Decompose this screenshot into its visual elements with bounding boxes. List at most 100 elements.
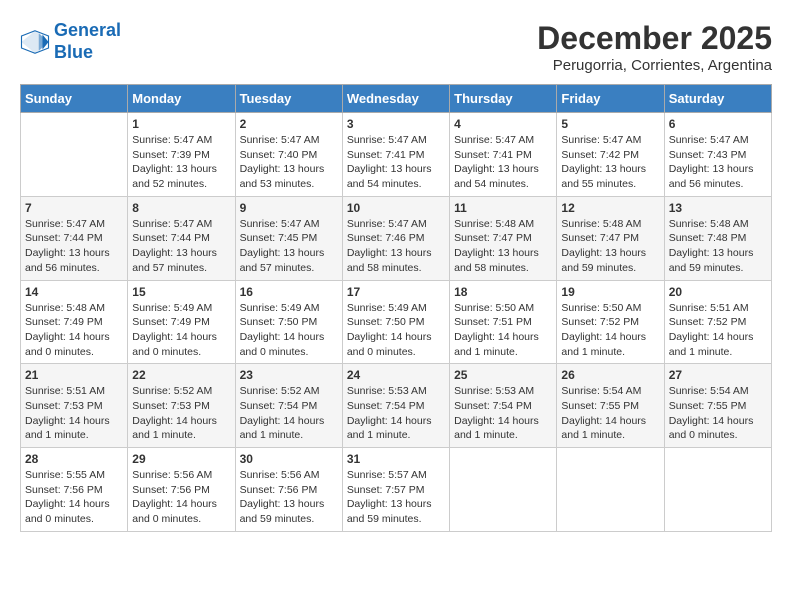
- day-info: Sunrise: 5:57 AM Sunset: 7:57 PM Dayligh…: [347, 468, 445, 527]
- weekday-header-friday: Friday: [557, 85, 664, 113]
- calendar-cell: 13Sunrise: 5:48 AM Sunset: 7:48 PM Dayli…: [664, 196, 771, 280]
- logo: General Blue: [20, 20, 121, 63]
- calendar-table: SundayMondayTuesdayWednesdayThursdayFrid…: [20, 84, 772, 532]
- day-info: Sunrise: 5:47 AM Sunset: 7:40 PM Dayligh…: [240, 133, 338, 192]
- day-number: 29: [132, 452, 230, 466]
- day-number: 21: [25, 368, 123, 382]
- day-info: Sunrise: 5:48 AM Sunset: 7:47 PM Dayligh…: [454, 217, 552, 276]
- day-info: Sunrise: 5:51 AM Sunset: 7:53 PM Dayligh…: [25, 384, 123, 443]
- day-info: Sunrise: 5:48 AM Sunset: 7:47 PM Dayligh…: [561, 217, 659, 276]
- calendar-cell: 19 Sunrise: 5:50 AM Sunset: 7:52 PM Dayli…: [557, 280, 664, 364]
- calendar-cell: 17 Sunrise: 5:49 AM Sunset: 7:50 PM Dayli…: [342, 280, 449, 364]
- calendar-cell: 29 Sunrise: 5:56 AM Sunset: 7:56 PM Dayli…: [128, 448, 235, 532]
- calendar-cell: 9 Sunrise: 5:47 AM Sunset: 7:45 PM Daylig…: [235, 196, 342, 280]
- weekday-header-wednesday: Wednesday: [342, 85, 449, 113]
- day-number: 17: [347, 285, 445, 299]
- calendar-cell: 7Sunrise: 5:47 AM Sunset: 7:44 PM Daylig…: [21, 196, 128, 280]
- day-info: Sunrise: 5:48 AM Sunset: 7:49 PM Dayligh…: [25, 301, 123, 360]
- day-number: 4: [454, 117, 552, 131]
- day-number: 20: [669, 285, 767, 299]
- day-info: Sunrise: 5:47 AM Sunset: 7:43 PM Dayligh…: [669, 133, 767, 192]
- calendar-cell: 5Sunrise: 5:47 AM Sunset: 7:42 PM Daylig…: [557, 113, 664, 197]
- day-info: Sunrise: 5:51 AM Sunset: 7:52 PM Dayligh…: [669, 301, 767, 360]
- day-info: Sunrise: 5:50 AM Sunset: 7:52 PM Dayligh…: [561, 301, 659, 360]
- calendar-cell: 15 Sunrise: 5:49 AM Sunset: 7:49 PM Dayli…: [128, 280, 235, 364]
- day-info: Sunrise: 5:54 AM Sunset: 7:55 PM Dayligh…: [561, 384, 659, 443]
- logo-text: General Blue: [54, 20, 121, 63]
- day-info: Sunrise: 5:47 AM Sunset: 7:42 PM Dayligh…: [561, 133, 659, 192]
- calendar-cell: 1Sunrise: 5:47 AM Sunset: 7:39 PM Daylig…: [128, 113, 235, 197]
- day-info: Sunrise: 5:47 AM Sunset: 7:45 PM Dayligh…: [240, 217, 338, 276]
- day-info: Sunrise: 5:47 AM Sunset: 7:41 PM Dayligh…: [454, 133, 552, 192]
- page-subtitle: Perugorria, Corrientes, Argentina: [537, 57, 772, 74]
- calendar-cell: 30 Sunrise: 5:56 AM Sunset: 7:56 PM Dayli…: [235, 448, 342, 532]
- calendar-cell: [664, 448, 771, 532]
- calendar-cell: 14 Sunrise: 5:48 AM Sunset: 7:49 PM Dayli…: [21, 280, 128, 364]
- day-info: Sunrise: 5:56 AM Sunset: 7:56 PM Dayligh…: [240, 468, 338, 527]
- calendar-cell: 10 Sunrise: 5:47 AM Sunset: 7:46 PM Dayli…: [342, 196, 449, 280]
- day-info: Sunrise: 5:50 AM Sunset: 7:51 PM Dayligh…: [454, 301, 552, 360]
- day-info: Sunrise: 5:52 AM Sunset: 7:54 PM Dayligh…: [240, 384, 338, 443]
- day-number: 3: [347, 117, 445, 131]
- day-number: 14: [25, 285, 123, 299]
- weekday-header-thursday: Thursday: [450, 85, 557, 113]
- calendar-cell: 18 Sunrise: 5:50 AM Sunset: 7:51 PM Dayli…: [450, 280, 557, 364]
- day-number: 8: [132, 201, 230, 215]
- day-number: 15: [132, 285, 230, 299]
- calendar-cell: [450, 448, 557, 532]
- calendar-cell: 16 Sunrise: 5:49 AM Sunset: 7:50 PM Dayli…: [235, 280, 342, 364]
- weekday-header-saturday: Saturday: [664, 85, 771, 113]
- calendar-cell: 26 Sunrise: 5:54 AM Sunset: 7:55 PM Dayli…: [557, 364, 664, 448]
- calendar-cell: 11 Sunrise: 5:48 AM Sunset: 7:47 PM Dayli…: [450, 196, 557, 280]
- calendar-cell: 20 Sunrise: 5:51 AM Sunset: 7:52 PM Dayli…: [664, 280, 771, 364]
- calendar-cell: 3 Sunrise: 5:47 AM Sunset: 7:41 PM Daylig…: [342, 113, 449, 197]
- day-number: 22: [132, 368, 230, 382]
- logo-icon: [20, 27, 50, 57]
- calendar-cell: 23Sunrise: 5:52 AM Sunset: 7:54 PM Dayli…: [235, 364, 342, 448]
- day-info: Sunrise: 5:49 AM Sunset: 7:49 PM Dayligh…: [132, 301, 230, 360]
- day-number: 27: [669, 368, 767, 382]
- day-number: 9: [240, 201, 338, 215]
- day-number: 19: [561, 285, 659, 299]
- day-info: Sunrise: 5:47 AM Sunset: 7:44 PM Dayligh…: [132, 217, 230, 276]
- day-info: Sunrise: 5:56 AM Sunset: 7:56 PM Dayligh…: [132, 468, 230, 527]
- calendar-cell: 28Sunrise: 5:55 AM Sunset: 7:56 PM Dayli…: [21, 448, 128, 532]
- day-info: Sunrise: 5:47 AM Sunset: 7:41 PM Dayligh…: [347, 133, 445, 192]
- day-info: Sunrise: 5:47 AM Sunset: 7:46 PM Dayligh…: [347, 217, 445, 276]
- page-header: General Blue December 2025 Perugorria, C…: [20, 20, 772, 74]
- day-info: Sunrise: 5:53 AM Sunset: 7:54 PM Dayligh…: [347, 384, 445, 443]
- calendar-cell: 2 Sunrise: 5:47 AM Sunset: 7:40 PM Daylig…: [235, 113, 342, 197]
- calendar-cell: 21 Sunrise: 5:51 AM Sunset: 7:53 PM Dayli…: [21, 364, 128, 448]
- day-info: Sunrise: 5:54 AM Sunset: 7:55 PM Dayligh…: [669, 384, 767, 443]
- calendar-cell: [21, 113, 128, 197]
- calendar-cell: 6 Sunrise: 5:47 AM Sunset: 7:43 PM Daylig…: [664, 113, 771, 197]
- weekday-header-sunday: Sunday: [21, 85, 128, 113]
- day-number: 11: [454, 201, 552, 215]
- calendar-cell: 8 Sunrise: 5:47 AM Sunset: 7:44 PM Daylig…: [128, 196, 235, 280]
- day-number: 18: [454, 285, 552, 299]
- day-number: 24: [347, 368, 445, 382]
- calendar-cell: [557, 448, 664, 532]
- day-number: 31: [347, 452, 445, 466]
- day-info: Sunrise: 5:55 AM Sunset: 7:56 PM Dayligh…: [25, 468, 123, 527]
- day-number: 1: [132, 117, 230, 131]
- day-number: 13: [669, 201, 767, 215]
- day-number: 16: [240, 285, 338, 299]
- day-info: Sunrise: 5:49 AM Sunset: 7:50 PM Dayligh…: [240, 301, 338, 360]
- day-info: Sunrise: 5:53 AM Sunset: 7:54 PM Dayligh…: [454, 384, 552, 443]
- day-number: 26: [561, 368, 659, 382]
- day-number: 2: [240, 117, 338, 131]
- page-title: December 2025: [537, 20, 772, 57]
- day-number: 6: [669, 117, 767, 131]
- calendar-cell: 4 Sunrise: 5:47 AM Sunset: 7:41 PM Daylig…: [450, 113, 557, 197]
- day-info: Sunrise: 5:47 AM Sunset: 7:44 PM Dayligh…: [25, 217, 123, 276]
- day-number: 30: [240, 452, 338, 466]
- day-number: 12: [561, 201, 659, 215]
- weekday-header-tuesday: Tuesday: [235, 85, 342, 113]
- weekday-header-monday: Monday: [128, 85, 235, 113]
- calendar-cell: 24 Sunrise: 5:53 AM Sunset: 7:54 PM Dayli…: [342, 364, 449, 448]
- day-info: Sunrise: 5:49 AM Sunset: 7:50 PM Dayligh…: [347, 301, 445, 360]
- day-number: 25: [454, 368, 552, 382]
- day-info: Sunrise: 5:52 AM Sunset: 7:53 PM Dayligh…: [132, 384, 230, 443]
- day-number: 10: [347, 201, 445, 215]
